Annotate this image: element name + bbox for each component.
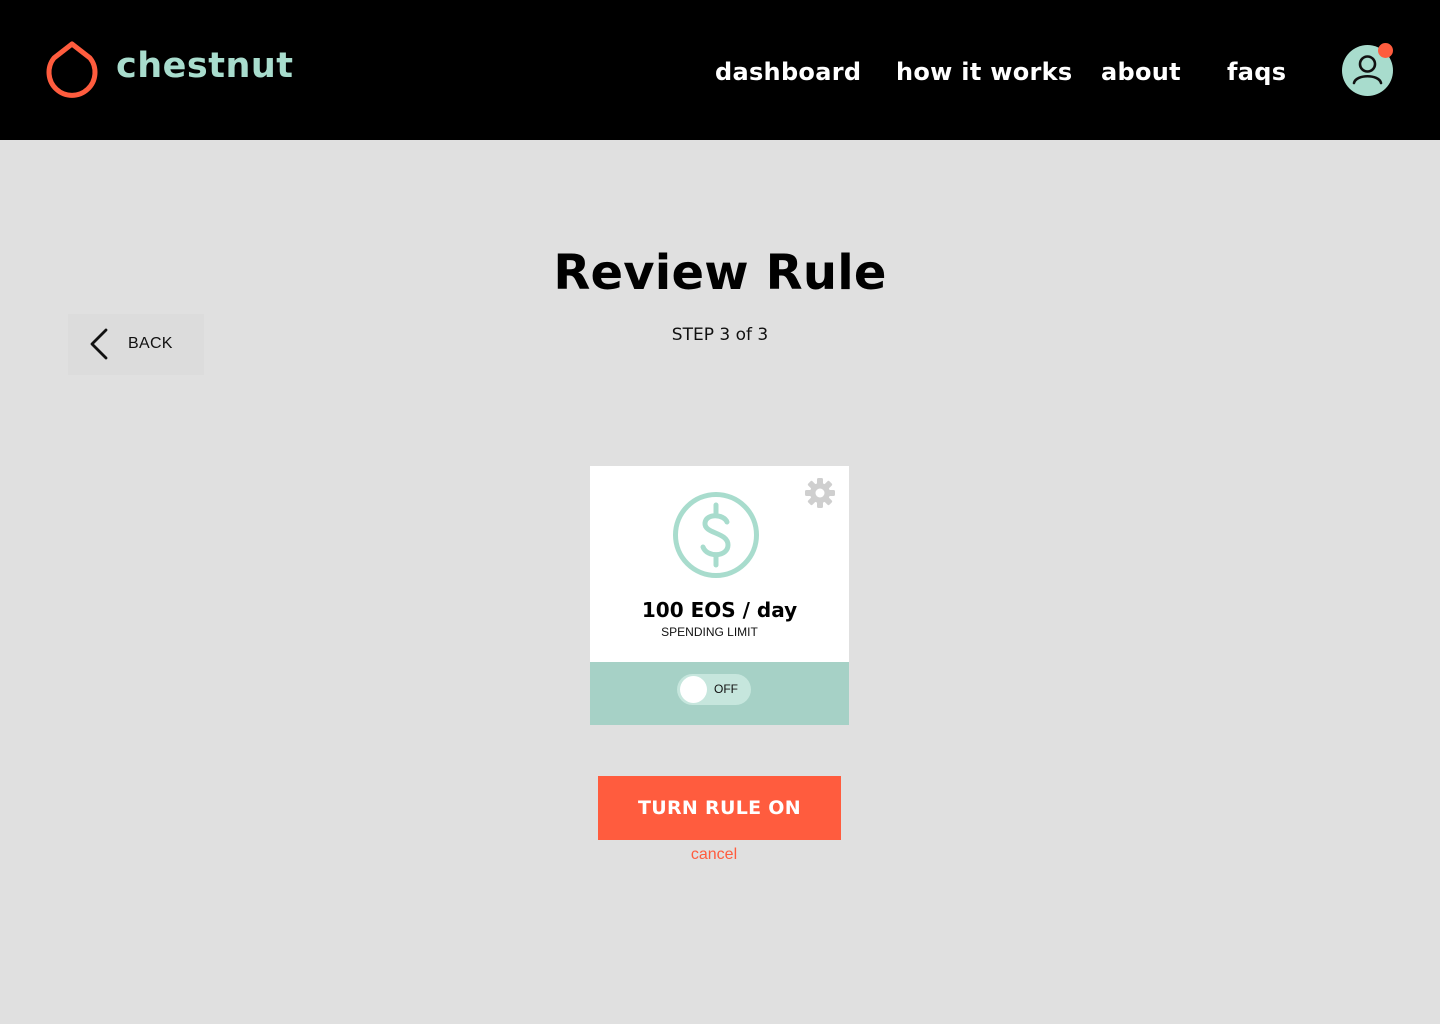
- nav-about[interactable]: about: [1101, 58, 1181, 86]
- gear-icon[interactable]: [804, 477, 836, 509]
- nav-faqs[interactable]: faqs: [1227, 58, 1286, 86]
- notification-dot: [1378, 43, 1393, 58]
- toggle-state-label: OFF: [714, 682, 738, 696]
- chestnut-logo-icon: [46, 41, 98, 98]
- back-button-label: BACK: [128, 335, 173, 352]
- rule-amount: 100 EOS / day: [641, 598, 798, 622]
- page-title: Review Rule: [553, 245, 887, 301]
- back-button[interactable]: BACK: [68, 314, 204, 375]
- toggle-knob: [680, 676, 707, 703]
- step-indicator: STEP 3 of 3: [671, 325, 769, 345]
- rule-card: 100 EOS / day SPENDING LIMIT OFF: [590, 466, 849, 725]
- chevron-left-icon: [90, 328, 108, 360]
- dollar-circle-icon: [673, 492, 759, 578]
- top-navigation-bar: chestnut dashboard how it works about fa…: [0, 0, 1440, 140]
- nav-dashboard[interactable]: dashboard: [715, 58, 861, 86]
- brand-name: chestnut: [116, 46, 294, 86]
- rule-card-footer: OFF: [590, 662, 849, 725]
- brand-logo-link[interactable]: chestnut: [44, 40, 294, 100]
- nav-how-it-works[interactable]: how it works: [896, 58, 1073, 86]
- cancel-link[interactable]: cancel: [0, 846, 1428, 864]
- rule-toggle[interactable]: OFF: [677, 674, 751, 705]
- turn-rule-on-button[interactable]: TURN RULE ON: [598, 776, 841, 840]
- rule-type-label: SPENDING LIMIT: [661, 625, 758, 639]
